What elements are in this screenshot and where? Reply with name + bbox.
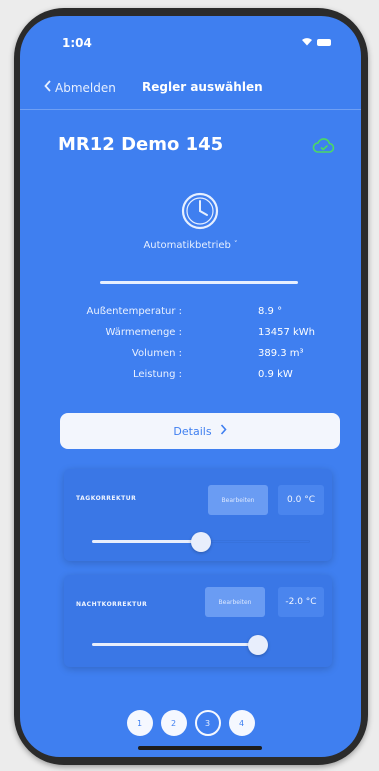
status-icons — [301, 36, 331, 49]
details-button[interactable]: Details — [60, 413, 340, 449]
day-correction-panel: TAGKORREKTUR Bearbeiten 0.0 °C — [64, 469, 332, 561]
back-label: Abmelden — [55, 80, 116, 95]
night-correction-slider[interactable] — [92, 635, 310, 655]
night-correction-edit-button[interactable]: Bearbeiten — [205, 587, 265, 617]
navigation-bar: Abmelden Regler auswählen — [20, 76, 361, 104]
reading-row: Volumen : 389.3 m³ — [80, 348, 340, 369]
section-divider — [100, 281, 298, 284]
status-bar: 1:04 — [20, 16, 361, 56]
readings-list: Außentemperatur : 8.9 ° Wärmemenge : 134… — [80, 306, 340, 390]
reading-label: Wärmemenge : — [105, 327, 182, 338]
reading-label: Außentemperatur : — [86, 306, 182, 317]
home-indicator — [138, 746, 262, 750]
reading-row: Außentemperatur : 8.9 ° — [80, 306, 340, 327]
slider-track — [201, 540, 310, 543]
controller-title: MR12 Demo 145 — [58, 134, 224, 155]
operating-mode-text: Automatikbetrieb — [143, 240, 231, 251]
day-correction-label: TAGKORREKTUR — [76, 495, 137, 502]
nav-title: Regler auswählen — [142, 80, 263, 94]
operating-mode-label: Automatikbetrieb ˅ — [20, 240, 361, 251]
day-correction-value: 0.0 °C — [278, 485, 324, 515]
battery-icon — [317, 39, 331, 46]
chevron-left-icon — [44, 80, 52, 95]
reading-value: 8.9 ° — [258, 306, 283, 317]
nav-divider — [20, 109, 361, 110]
reading-row: Wärmemenge : 13457 kWh — [80, 327, 340, 348]
back-button[interactable]: Abmelden — [44, 80, 116, 95]
day-correction-slider[interactable] — [92, 532, 310, 552]
reading-value: 389.3 m³ — [258, 348, 304, 359]
chevron-right-icon — [220, 424, 227, 438]
reading-value: 13457 kWh — [258, 327, 316, 338]
night-correction-value: -2.0 °C — [278, 587, 324, 617]
slider-fill — [92, 540, 201, 543]
page-dot[interactable]: 1 — [126, 710, 153, 736]
status-time: 1:04 — [62, 36, 92, 50]
wifi-icon — [301, 36, 313, 49]
slider-thumb[interactable] — [191, 532, 211, 552]
night-correction-label: NACHTKORREKTUR — [76, 601, 148, 608]
reading-label: Leistung : — [132, 369, 182, 380]
cloud-sync-icon[interactable] — [312, 138, 336, 158]
app-screen: 1:04 Abmelden Regler auswählen MR12 Demo… — [20, 16, 361, 757]
page-dot[interactable]: 2 — [160, 710, 187, 736]
reading-label: Volumen : — [131, 348, 182, 359]
reading-row: Leistung : 0.9 kW — [80, 369, 340, 390]
slider-fill — [92, 643, 258, 646]
chevron-down-icon: ˅ — [234, 240, 238, 248]
page-dot[interactable]: 3 — [194, 710, 221, 736]
slider-thumb[interactable] — [247, 635, 268, 655]
night-correction-panel: NACHTKORREKTUR Bearbeiten -2.0 °C — [64, 575, 332, 667]
page-dot[interactable]: 4 — [228, 710, 255, 736]
details-label: Details — [173, 424, 212, 438]
page-indicator: 1 2 3 4 — [20, 710, 361, 736]
reading-value: 0.9 kW — [258, 369, 293, 380]
clock-icon — [180, 191, 220, 235]
day-correction-edit-button[interactable]: Bearbeiten — [208, 485, 268, 515]
